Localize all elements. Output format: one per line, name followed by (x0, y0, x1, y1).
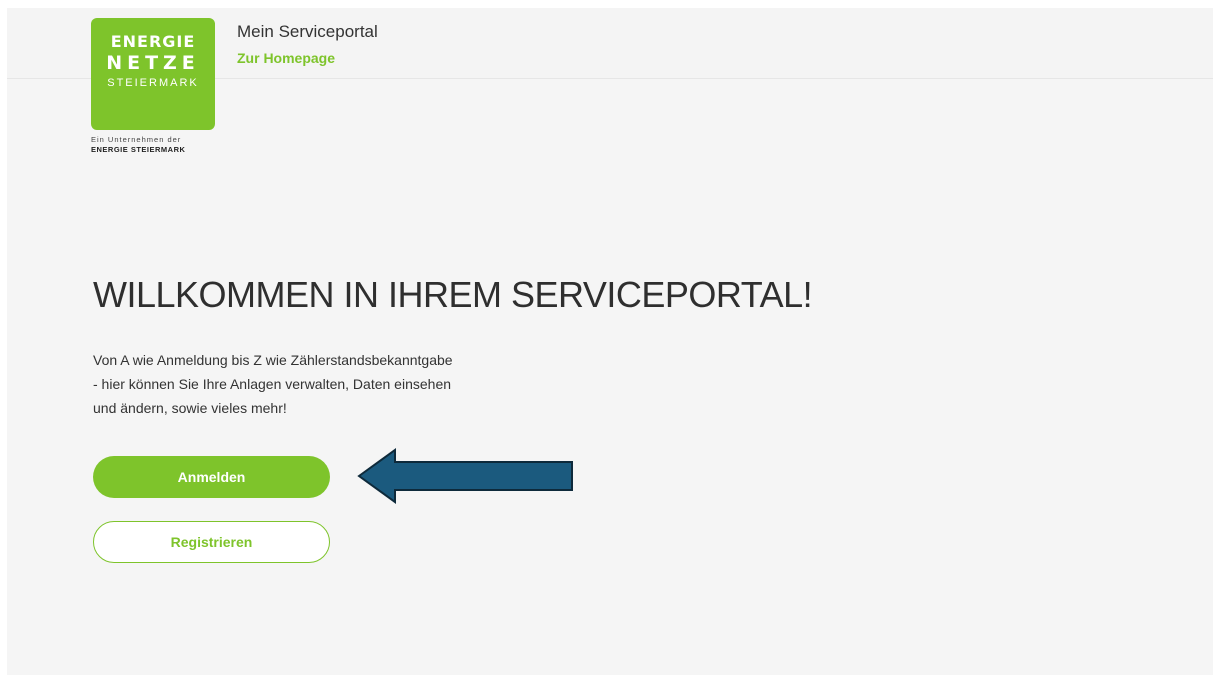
arrow-shape (357, 448, 573, 504)
intro-line: und ändern, sowie vieles mehr! (93, 400, 287, 416)
logo-text-energie: ENERGIE (110, 32, 196, 51)
register-button[interactable]: Registrieren (93, 521, 330, 563)
logo-parent-company: ENERGIE STEIERMARK (91, 145, 186, 154)
intro-text: Von A wie Anmeldung bis Z wie Zählerstan… (93, 348, 573, 420)
logo-subtitle: Ein Unternehmen der (91, 135, 182, 144)
homepage-link[interactable]: Zur Homepage (237, 50, 335, 66)
portal-title: Mein Serviceportal (237, 22, 378, 41)
logo-text-steiermark: STEIERMARK (107, 77, 199, 89)
logo-text-netze: NETZE (106, 52, 200, 74)
page-title: WILLKOMMEN IN IHREM SERVICEPORTAL! (93, 274, 813, 315)
left-arrow-icon (357, 448, 573, 504)
company-logo[interactable]: ENERGIE NETZE STEIERMARK (91, 18, 215, 130)
intro-line: Von A wie Anmeldung bis Z wie Zählerstan… (93, 352, 453, 368)
intro-line: - hier können Sie Ihre Anlagen verwalten… (93, 376, 452, 392)
login-button[interactable]: Anmelden (93, 456, 330, 498)
page-viewport: ENERGIE NETZE STEIERMARK Ein Unternehmen… (7, 8, 1213, 675)
